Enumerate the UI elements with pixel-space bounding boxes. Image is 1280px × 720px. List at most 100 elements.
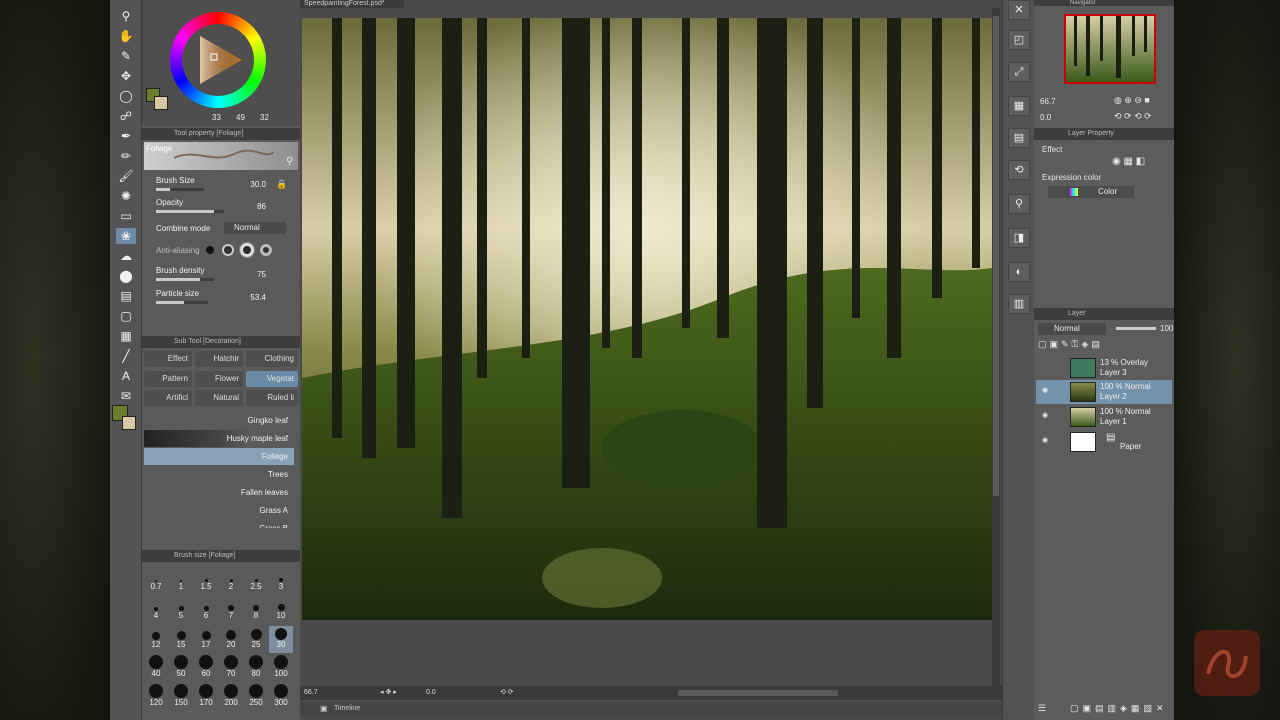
text-tool-icon[interactable]: A (116, 368, 136, 384)
sub-tool-hatching[interactable]: Hatchir (195, 351, 243, 367)
zoom-tool-icon[interactable]: ⚲ (116, 8, 136, 24)
brush-size-0-7[interactable]: 0.7 (144, 568, 168, 595)
navigator-rotate-controls-icon[interactable]: ⟲ ⟳ ⟲ ⟳ (1114, 111, 1152, 122)
hand-tool-icon[interactable]: ✋ (116, 28, 136, 44)
brush-size-50[interactable]: 50 (169, 655, 193, 682)
move-tool-icon[interactable]: ✥ (116, 68, 136, 84)
brush-size-200[interactable]: 200 (219, 684, 243, 711)
document-tab[interactable]: SpeedpaintingForest.psd* (300, 0, 404, 8)
brush-size-17[interactable]: 17 (194, 626, 218, 653)
brush-size-7[interactable]: 7 (219, 597, 243, 624)
canvas-vertical-scrollbar[interactable] (992, 8, 1000, 688)
brush-size-250[interactable]: 250 (244, 684, 268, 711)
navigator-angle[interactable]: 0.0 (1040, 113, 1051, 122)
layer-2-visibility-icon[interactable]: ◉ (1042, 387, 1050, 394)
zoom-controls-icon[interactable]: ◂ ✥ ▸ (380, 686, 397, 700)
brush-size-2-5[interactable]: 2.5 (244, 568, 268, 595)
brush-size-2[interactable]: 2 (219, 568, 243, 595)
brush-size-150[interactable]: 150 (169, 684, 193, 711)
layer-opacity-slider[interactable] (1116, 327, 1156, 330)
balloon-tool-icon[interactable]: ✉ (116, 388, 136, 404)
layer-row-layer-1[interactable]: ◉ 100 % Normal Layer 1 (1036, 405, 1172, 429)
layer-1-visibility-icon[interactable]: ◉ (1042, 412, 1050, 419)
brush-density-value[interactable]: 75 (236, 270, 266, 279)
brush-size-value[interactable]: 30.0 (236, 180, 266, 189)
brush-item-foliage[interactable]: Foliage (144, 448, 294, 465)
brush-size-5[interactable]: 5 (169, 597, 193, 624)
brush-size-lock-icon[interactable]: 🔒 (276, 179, 287, 190)
canvas-painting[interactable] (302, 18, 992, 620)
item-bank-icon[interactable]: ▥ (1008, 294, 1030, 314)
angle-readout[interactable]: 0.0 (426, 686, 436, 700)
material-icon[interactable]: ▤ (1008, 128, 1030, 148)
brush-size-6[interactable]: 6 (194, 597, 218, 624)
brush-size-60[interactable]: 60 (194, 655, 218, 682)
pencil-tool-icon[interactable]: ✏ (116, 148, 136, 164)
gradient-tool-icon[interactable]: ▤ (116, 288, 136, 304)
sub-tool-effect[interactable]: Effect (144, 351, 192, 367)
navigator-preview[interactable] (1064, 14, 1156, 84)
brush-size-100[interactable]: 100 (269, 655, 293, 682)
brush-size-20[interactable]: 20 (219, 626, 243, 653)
blend-tool-icon[interactable]: ☁ (116, 248, 136, 264)
wheel-sub-swatch[interactable] (154, 96, 168, 110)
particle-size-slider[interactable] (156, 301, 208, 304)
brush-size-25[interactable]: 25 (244, 626, 268, 653)
ruler-tool-icon[interactable]: ╱ (116, 348, 136, 364)
opacity-value[interactable]: 86 (236, 202, 266, 211)
search-brush-icon[interactable]: ⚲ (286, 156, 293, 167)
timeline-icon[interactable]: ▣ (320, 702, 328, 716)
rotate-controls-icon[interactable]: ⟲ ⟳ (500, 686, 514, 700)
brush-size-15[interactable]: 15 (169, 626, 193, 653)
brush-tool-icon[interactable]: 🖌 (116, 168, 136, 184)
layer-tools-icon[interactable]: ▢▣✎⚿◈▤ (1038, 339, 1103, 350)
sub-tool-artificial[interactable]: Artificl (144, 390, 192, 406)
brush-density-slider[interactable] (156, 278, 214, 281)
brush-size-80[interactable]: 80 (244, 655, 268, 682)
layer-actions-icon[interactable]: ▢▣▤▥◈▦▧✕ (1070, 703, 1167, 714)
eyedropper-tool-icon[interactable]: ✎ (116, 48, 136, 64)
sub-tool-pattern[interactable]: Pattern (144, 371, 192, 387)
layer-opacity-value[interactable]: 100 (1160, 324, 1173, 333)
blend-mode-select[interactable]: Normal (1038, 323, 1106, 335)
navigator-zoom-controls-icon[interactable]: ◍ ⊕ ⊖ ■ (1114, 95, 1150, 106)
color-set-icon[interactable]: ◨ (1008, 228, 1030, 248)
brush-size-12[interactable]: 12 (144, 626, 168, 653)
brush-size-1[interactable]: 1 (169, 568, 193, 595)
color-wheel[interactable] (170, 12, 266, 108)
brush-size-120[interactable]: 120 (144, 684, 168, 711)
layer-row-layer-3[interactable]: 13 % Overlay Layer 3 (1036, 356, 1172, 380)
eraser-tool-icon[interactable]: ▭ (116, 208, 136, 224)
effect-buttons-icon[interactable]: ◉ ▦ ◧ (1112, 156, 1145, 167)
transform-icon[interactable]: ⤢ (1008, 62, 1030, 82)
sub-view-icon[interactable]: ◐ (1008, 262, 1030, 282)
pen-tool-icon[interactable]: ✒ (116, 128, 136, 144)
opacity-slider[interactable] (156, 210, 224, 213)
combine-mode-select[interactable]: Normal (224, 222, 286, 234)
brush-size-300[interactable]: 300 (269, 684, 293, 711)
navigator-zoom[interactable]: 66.7 (1040, 97, 1056, 106)
texture-icon[interactable]: ▦ (1008, 96, 1030, 116)
airbrush-tool-icon[interactable]: ✺ (116, 188, 136, 204)
brush-size-slider[interactable] (156, 188, 204, 191)
brush-item-fallen-leaves[interactable]: Fallen leaves (144, 484, 294, 501)
sub-tool-vegetation[interactable]: Vegetat (246, 371, 298, 387)
decoration-tool-icon[interactable]: ❀ (116, 228, 136, 244)
brush-size-40[interactable]: 40 (144, 655, 168, 682)
navigator-icon[interactable]: ◰ (1008, 30, 1030, 50)
fill-tool-icon[interactable]: ⬤ (116, 268, 136, 284)
brush-size-10[interactable]: 10 (269, 597, 293, 624)
brush-item-husky-maple-leaf[interactable]: Husky maple leaf (144, 430, 294, 447)
brush-size-3[interactable]: 3 (269, 568, 293, 595)
lasso-tool-icon[interactable]: ☍ (116, 108, 136, 124)
brush-size-70[interactable]: 70 (219, 655, 243, 682)
zoom-readout[interactable]: 66.7 (304, 686, 318, 700)
brush-size-30[interactable]: 30 (269, 626, 293, 653)
layer-row-layer-2[interactable]: ◉ 100 % Normal Layer 2 (1036, 380, 1172, 404)
paper-visibility-icon[interactable]: ◉ (1042, 437, 1050, 444)
sub-tool-clothing[interactable]: Clothing (246, 351, 298, 367)
horizontal-scrollbar[interactable] (678, 690, 838, 696)
particle-size-value[interactable]: 53.4 (236, 293, 266, 302)
brush-size-4[interactable]: 4 (144, 597, 168, 624)
sub-tool-ruled-line[interactable]: Ruled li (246, 390, 298, 406)
